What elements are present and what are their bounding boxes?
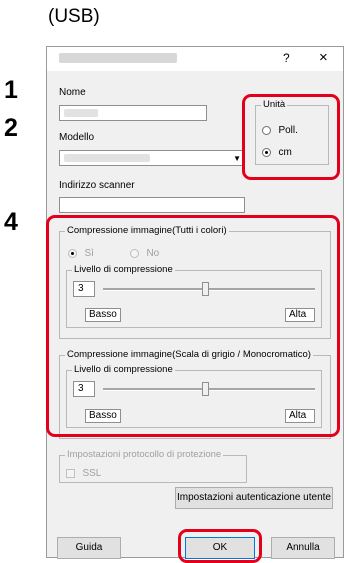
connection-caption: (USB) [48, 6, 100, 27]
modello-select[interactable]: ▼ [59, 150, 245, 166]
nome-label: Nome [59, 87, 86, 98]
highlight-ok [178, 529, 262, 563]
auth-settings-button[interactable]: Impostazioni autenticazione utente [175, 487, 333, 509]
callout-4: 4 [4, 208, 18, 236]
ssl-option[interactable]: SSL [66, 465, 101, 483]
modello-label: Modello [59, 132, 95, 143]
indirizzo-field[interactable] [59, 197, 245, 213]
nome-field[interactable] [59, 105, 207, 121]
callout-2: 2 [4, 114, 18, 142]
highlight-compression [46, 215, 340, 437]
modello-value-blurred [64, 154, 150, 162]
nome-value-blurred [64, 109, 98, 117]
security-title: Impostazioni protocollo di protezione [65, 449, 224, 460]
close-icon[interactable]: × [319, 49, 328, 66]
help-button[interactable]: Guida [57, 537, 121, 559]
highlight-unita [242, 94, 340, 180]
title-bar: ? × [47, 47, 343, 71]
chevron-down-icon: ▼ [233, 154, 241, 163]
callout-1: 1 [4, 76, 18, 104]
indirizzo-label: Indirizzo scanner [59, 180, 135, 191]
ssl-checkbox[interactable] [66, 469, 75, 479]
security-group: Impostazioni protocollo di protezione SS… [59, 449, 247, 483]
cancel-button[interactable]: Annulla [271, 537, 335, 559]
help-icon[interactable]: ? [283, 51, 290, 65]
window-title-blurred [59, 53, 177, 63]
